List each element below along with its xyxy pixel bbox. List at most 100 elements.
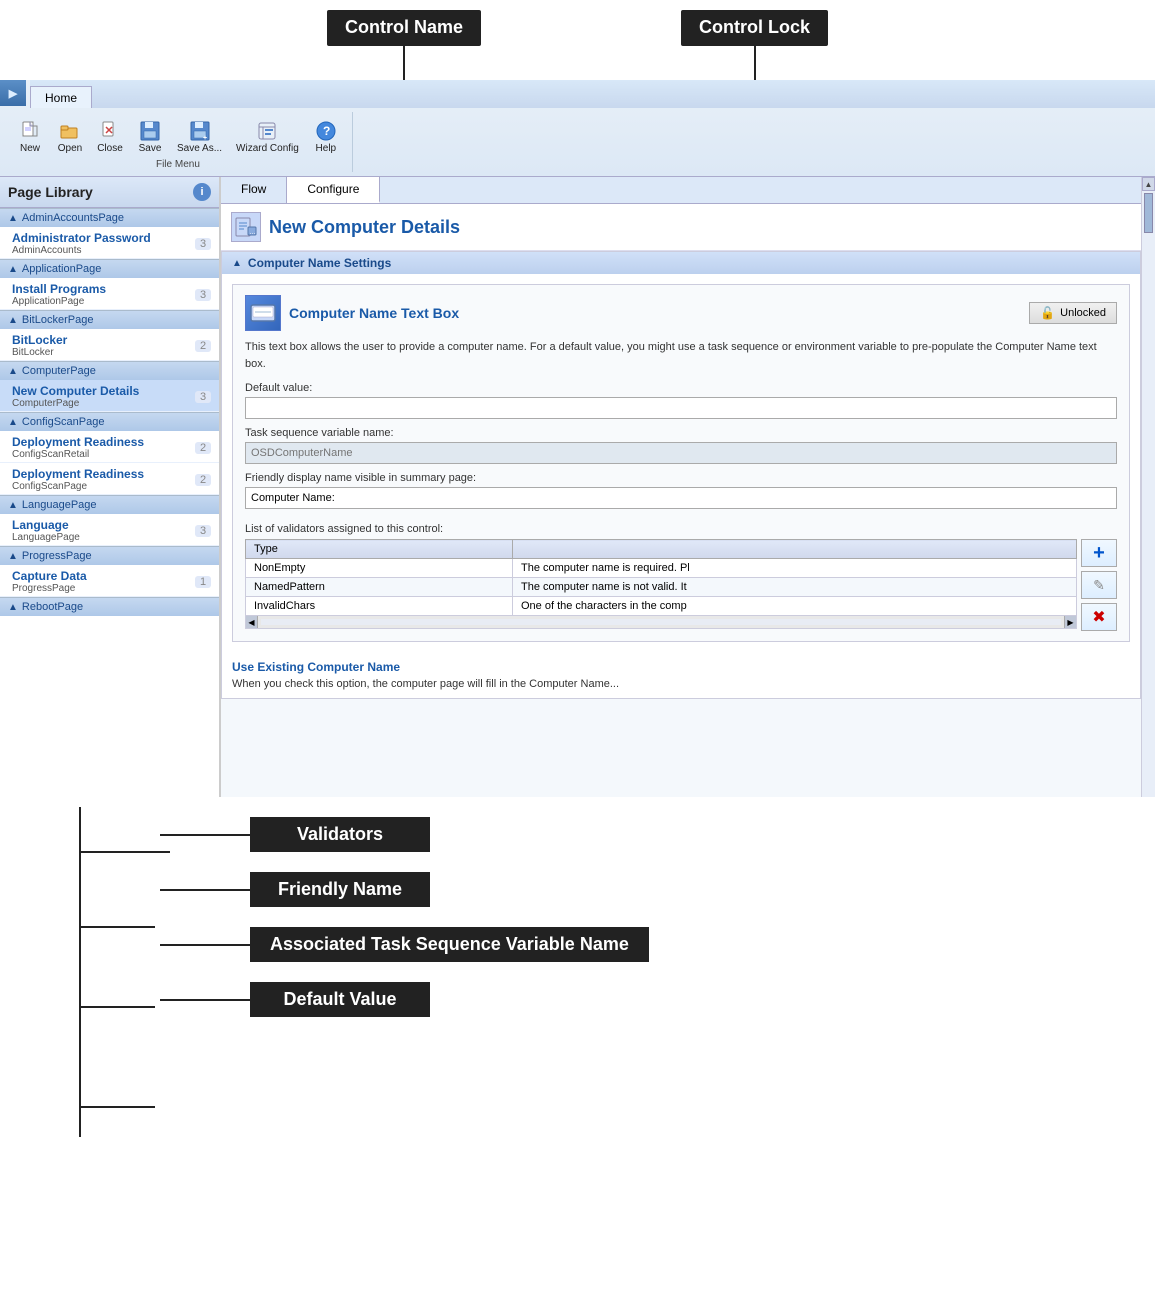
page-icon: ...: [231, 212, 261, 242]
sidebar-item-installprograms[interactable]: Install Programs ApplicationPage 3: [0, 278, 219, 310]
sidebar-group-computer[interactable]: ▲ ComputerPage: [0, 361, 219, 380]
main-layout: Page Library i ▲ AdminAccountsPage Admin…: [0, 177, 1155, 797]
open-label: Open: [58, 143, 82, 154]
sidebar-group-configscan[interactable]: ▲ ConfigScanPage: [0, 412, 219, 431]
app-button[interactable]: ▶: [0, 80, 26, 106]
lock-icon: 🔓: [1040, 306, 1055, 320]
control-name: Computer Name Text Box: [289, 305, 459, 321]
sidebar-group-language[interactable]: ▲ LanguagePage: [0, 495, 219, 514]
group-arrow-language: ▲: [8, 500, 18, 511]
item-num-deploymentreadiness2: 2: [195, 474, 211, 486]
file-menu-group: New Open Close: [4, 112, 353, 172]
group-label-configscan: ConfigScanPage: [22, 416, 105, 428]
sidebar-info-icon[interactable]: i: [193, 183, 211, 201]
group-arrow-reboot: ▲: [8, 602, 18, 613]
table-scrollbar-row: ◀ ▶: [246, 616, 1077, 629]
item-num-deploymentreadiness1: 2: [195, 442, 211, 454]
validators-col-type: Type: [246, 540, 513, 559]
item-name-capturedata: Capture Data: [12, 569, 87, 583]
use-existing-link[interactable]: Use Existing Computer Name: [222, 652, 1140, 678]
item-sub-capturedata: ProgressPage: [12, 583, 87, 594]
tab-home[interactable]: Home: [30, 86, 92, 108]
help-button[interactable]: ? Help: [308, 116, 344, 157]
item-num-installprograms: 3: [195, 289, 211, 301]
sidebar-group-reboot[interactable]: ▲ RebootPage: [0, 597, 219, 616]
new-icon: [18, 119, 42, 143]
sidebar-item-bitlocker[interactable]: BitLocker BitLocker 2: [0, 329, 219, 361]
sidebar-item-left-computer: New Computer Details ComputerPage: [12, 384, 139, 409]
wizard-config-icon: [255, 119, 279, 143]
wizard-config-button[interactable]: Wizard Config: [231, 116, 304, 157]
group-label-adminaccounts: AdminAccountsPage: [22, 212, 124, 224]
task-seq-input[interactable]: [245, 442, 1117, 464]
validator-type-namedpattern: NamedPattern: [246, 578, 513, 597]
validator-row-invalidchars[interactable]: InvalidChars One of the characters in th…: [246, 597, 1077, 616]
edit-validator-button[interactable]: ✎: [1081, 571, 1117, 599]
item-name-bitlocker: BitLocker: [12, 333, 67, 347]
section-computernames: ▲ Computer Name Settings Computer Name T…: [221, 251, 1141, 699]
content-area: Flow Configure ... New Computer Details …: [220, 177, 1141, 797]
validators-table: Type NonEmpty The computer name is requi…: [245, 539, 1077, 629]
close-icon: [98, 119, 122, 143]
sidebar-group-application[interactable]: ▲ ApplicationPage: [0, 259, 219, 278]
sidebar-item-deploymentreadiness2[interactable]: Deployment Readiness ConfigScanPage 2: [0, 463, 219, 495]
item-sub-language: LanguagePage: [12, 532, 80, 543]
sidebar-item-language[interactable]: Language LanguagePage 3: [0, 514, 219, 546]
validators-ann-box: Validators: [250, 817, 430, 852]
group-label-computer: ComputerPage: [22, 365, 96, 377]
control-icon: [245, 295, 281, 331]
save-label: Save: [139, 143, 162, 154]
sidebar-item-left-bitlocker: BitLocker BitLocker: [12, 333, 67, 358]
ann-row-taskseq: Associated Task Sequence Variable Name: [80, 927, 1155, 962]
item-sub-deploymentreadiness2: ConfigScanPage: [12, 481, 144, 492]
validators-section: List of validators assigned to this cont…: [245, 523, 1117, 631]
task-seq-label: Task sequence variable name:: [245, 427, 1117, 439]
new-label: New: [20, 143, 40, 154]
close-button[interactable]: Close: [92, 116, 128, 157]
save-button[interactable]: Save: [132, 116, 168, 157]
sidebar-item-capturedata[interactable]: Capture Data ProgressPage 1: [0, 565, 219, 597]
sidebar-item-adminpassword[interactable]: Administrator Password AdminAccounts 3: [0, 227, 219, 259]
group-label-bitlocker: BitLockerPage: [22, 314, 94, 326]
friendly-name-ann-box: Friendly Name: [250, 872, 430, 907]
group-label-language: LanguagePage: [22, 499, 97, 511]
ribbon-controls: New Open Close: [0, 108, 1155, 176]
sidebar-group-adminaccounts[interactable]: ▲ AdminAccountsPage: [0, 208, 219, 227]
sidebar-group-bitlocker[interactable]: ▲ BitLockerPage: [0, 310, 219, 329]
sidebar-item-left: Administrator Password AdminAccounts: [12, 231, 151, 256]
new-button[interactable]: New: [12, 116, 48, 157]
sidebar-group-progress[interactable]: ▲ ProgressPage: [0, 546, 219, 565]
default-value-input[interactable]: [245, 397, 1117, 419]
sidebar-header: Page Library i: [0, 177, 219, 208]
ann-row-friendly: Friendly Name: [80, 872, 1155, 907]
validator-row-namedpattern[interactable]: NamedPattern The computer name is not va…: [246, 578, 1077, 597]
use-existing-desc: When you check this option, the computer…: [222, 678, 1140, 698]
ann-line-friendly: [160, 889, 250, 891]
item-name-language: Language: [12, 518, 80, 532]
save-as-label: Save As...: [177, 143, 222, 154]
page-title: New Computer Details: [269, 217, 460, 238]
validators-col-desc: [513, 540, 1077, 559]
group-arrow-application: ▲: [8, 264, 18, 275]
sidebar-item-deploymentreadiness1[interactable]: Deployment Readiness ConfigScanRetail 2: [0, 431, 219, 463]
scroll-up-arrow[interactable]: ▲: [1142, 177, 1155, 191]
svg-text:+: +: [203, 135, 207, 142]
scroll-thumb[interactable]: [1144, 193, 1153, 233]
tab-flow[interactable]: Flow: [221, 177, 287, 203]
add-validator-button[interactable]: +: [1081, 539, 1117, 567]
open-button[interactable]: Open: [52, 116, 88, 157]
validator-row-nonempty[interactable]: NonEmpty The computer name is required. …: [246, 559, 1077, 578]
tab-configure[interactable]: Configure: [287, 177, 380, 203]
content-header: ... New Computer Details: [221, 204, 1141, 251]
section-header[interactable]: ▲ Computer Name Settings: [222, 252, 1140, 274]
control-description: This text box allows the user to provide…: [245, 339, 1117, 372]
lock-button[interactable]: 🔓 Unlocked: [1029, 302, 1117, 324]
help-label: Help: [316, 143, 337, 154]
delete-validator-button[interactable]: ✖: [1081, 603, 1117, 631]
sidebar-item-newcomputerdetails[interactable]: New Computer Details ComputerPage 3: [0, 380, 219, 412]
friendly-name-input[interactable]: [245, 487, 1117, 509]
item-name-newcomputerdetails: New Computer Details: [12, 384, 139, 398]
save-as-button[interactable]: + Save As...: [172, 116, 227, 157]
group-label-progress: ProgressPage: [22, 550, 92, 562]
item-name-deploymentreadiness2: Deployment Readiness: [12, 467, 144, 481]
